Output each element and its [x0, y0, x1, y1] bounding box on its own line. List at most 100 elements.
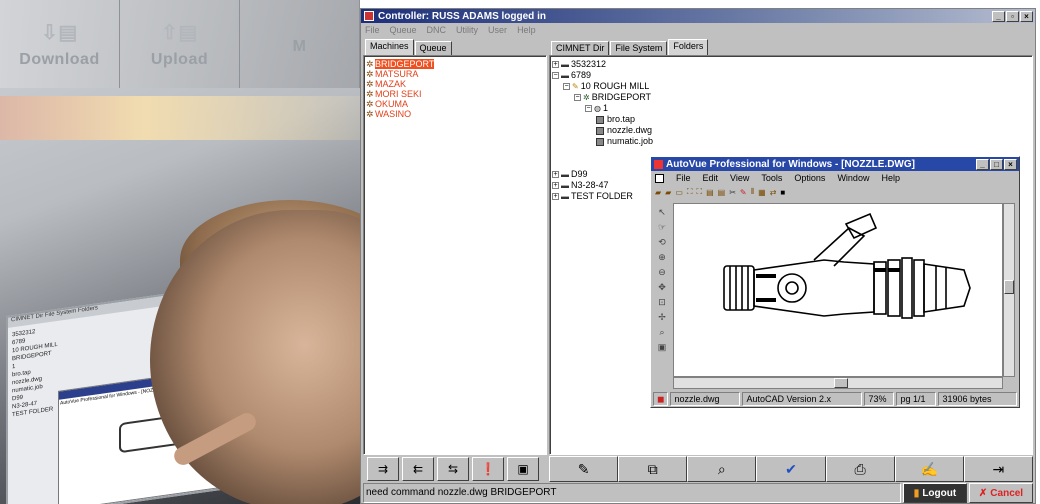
expander-icon[interactable]: + [552, 171, 559, 178]
alert-button[interactable]: ❗ [472, 457, 504, 481]
window-zoom-icon[interactable]: ⊡ [658, 297, 666, 308]
open-icon[interactable]: ▰ [655, 188, 661, 197]
new-icon[interactable]: ▭ [675, 188, 683, 197]
receive-button[interactable]: ⇇ [402, 457, 434, 481]
check-button[interactable]: ✔ [756, 456, 826, 482]
autovue-minimize-button[interactable]: _ [976, 158, 989, 170]
search-button[interactable]: ⌕ [687, 456, 757, 482]
vertical-scrollbar[interactable] [1003, 203, 1015, 377]
machine-item[interactable]: ✲ OKUMA [366, 99, 434, 109]
compare-button[interactable]: ⧉ [618, 456, 688, 482]
machine-item[interactable]: ✲ MAZAK [366, 79, 434, 89]
expander-icon[interactable]: + [552, 61, 559, 68]
tree-node[interactable]: − ▬ 6789 [552, 70, 653, 81]
send-button[interactable]: ⇉ [367, 457, 399, 481]
drawing-canvas[interactable] [673, 203, 1003, 377]
magnify-icon[interactable]: ⌕ [659, 327, 664, 338]
tree-node[interactable]: + ▬ TEST FOLDER [552, 191, 653, 202]
pointer-icon[interactable]: ↖ [658, 207, 666, 218]
document-icon[interactable] [655, 173, 664, 183]
monitor-button[interactable]: ▣ [507, 457, 539, 481]
tree-node[interactable]: numatic.job [596, 136, 653, 147]
layer-icon[interactable]: ▤ [706, 188, 714, 197]
autovue-titlebar[interactable]: AutoVue Professional for Windows - [NOZZ… [651, 157, 1019, 171]
menu-help[interactable]: Help [517, 25, 536, 35]
exit-button[interactable]: ⇥ [963, 456, 1033, 482]
maximize-button[interactable]: ▫ [1006, 10, 1019, 22]
tree-node[interactable]: + ▬ D99 [552, 169, 653, 180]
autovue-menu-view[interactable]: View [730, 173, 749, 183]
tree-node[interactable]: − ✲ BRIDGEPORT [574, 92, 653, 103]
fit-icon[interactable]: ⛶ [696, 187, 702, 197]
machine-item[interactable]: ✲ MATSURA [366, 69, 434, 79]
tree-node[interactable]: bro.tap [596, 114, 653, 125]
vertical-scroll-thumb[interactable] [1004, 280, 1014, 294]
transfer-button[interactable]: ⇆ [437, 457, 469, 481]
tab-cimnet-dir[interactable]: CIMNET Dir [551, 41, 610, 55]
notes-button[interactable]: ✍ [894, 456, 964, 482]
autovue-restore-button[interactable]: □ [990, 158, 1003, 170]
grid-icon[interactable]: ▦ [758, 188, 766, 197]
upload-nav-button[interactable]: ⇧▤ Upload [120, 0, 240, 88]
download-nav-button[interactable]: ⇩▤ Download [0, 0, 120, 88]
autovue-menu-edit[interactable]: Edit [703, 173, 719, 183]
zoom-out-icon[interactable]: ⊖ [658, 267, 666, 278]
expander-icon[interactable]: + [552, 182, 559, 189]
logout-button[interactable]: ▮ Logout [903, 483, 967, 503]
autovue-menu-window[interactable]: Window [837, 173, 869, 183]
convert-icon[interactable]: ⇄ [770, 188, 777, 197]
zoom-icon[interactable]: ⛶ [687, 187, 693, 197]
menu-utility[interactable]: Utility [456, 25, 478, 35]
window-titlebar[interactable]: Controller: RUSS ADAMS logged in _ ▫ × [361, 9, 1035, 23]
tree-node[interactable]: − ✎ 10 ROUGH MILL [563, 81, 653, 92]
tab-file-system[interactable]: File System [610, 41, 668, 55]
minimize-button[interactable]: _ [992, 10, 1005, 22]
machine-item[interactable]: ✲ BRIDGEPORT [366, 59, 435, 69]
machine-nav-button[interactable]: M [240, 0, 360, 88]
move-icon[interactable]: ✢ [658, 312, 666, 323]
autovue-menu-help[interactable]: Help [881, 173, 900, 183]
autovue-close-button[interactable]: × [1004, 158, 1017, 170]
hand-icon[interactable]: ☞ [658, 222, 666, 233]
menu-user[interactable]: User [488, 25, 507, 35]
machine-label: MAZAK [375, 79, 407, 89]
horizontal-scrollbar[interactable] [673, 377, 1003, 389]
machine-item[interactable]: ✲ WASINO [366, 109, 434, 119]
tab-folders[interactable]: Folders [668, 39, 709, 55]
block-icon[interactable]: ▤ [718, 188, 726, 197]
expander-icon[interactable]: + [552, 193, 559, 200]
expander-icon[interactable]: − [585, 105, 592, 112]
close-button[interactable]: × [1020, 10, 1033, 22]
zoom-in-icon[interactable]: ⊕ [658, 252, 666, 263]
app-icon[interactable] [364, 11, 374, 21]
rotate-icon[interactable]: ⟲ [658, 237, 666, 248]
menu-queue[interactable]: Queue [390, 25, 417, 35]
tab-machines[interactable]: Machines [365, 39, 414, 55]
tab-queue[interactable]: Queue [414, 41, 452, 55]
autovue-menu-options[interactable]: Options [794, 173, 825, 183]
expander-icon[interactable]: − [552, 72, 559, 79]
machine-item[interactable]: ✲ MORI SEKI [366, 89, 434, 99]
cut-icon[interactable]: ✂ [729, 188, 736, 197]
tree-node[interactable]: + ▬ 3532312 [552, 59, 653, 70]
menu-dnc[interactable]: DNC [427, 25, 447, 35]
view-icon[interactable]: ▣ [658, 342, 667, 353]
tree-node[interactable]: + ▬ N3-28-47 [552, 180, 653, 191]
autovue-app-icon[interactable] [654, 159, 663, 169]
print-button[interactable]: ⎙ [825, 456, 895, 482]
autovue-menu-file[interactable]: File [676, 173, 691, 183]
pen-icon[interactable]: ✎ [740, 188, 747, 197]
cancel-button[interactable]: ✗ Cancel [969, 483, 1033, 503]
expander-icon[interactable]: − [574, 94, 581, 101]
tree-node[interactable]: − ◍ 1 [585, 103, 653, 114]
expander-icon[interactable]: − [563, 83, 570, 90]
tree-node[interactable]: nozzle.dwg [596, 125, 653, 136]
horizontal-scroll-thumb[interactable] [834, 378, 848, 388]
edit-button[interactable]: ✎ [549, 456, 619, 482]
menu-file[interactable]: File [365, 25, 380, 35]
pan-icon[interactable]: ✥ [658, 282, 666, 293]
autovue-menu-tools[interactable]: Tools [761, 173, 782, 183]
open-folder-icon[interactable]: ▰ [665, 188, 671, 197]
measure-icon[interactable]: ⦀ [751, 187, 755, 197]
stop-icon[interactable]: ■ [780, 188, 785, 197]
